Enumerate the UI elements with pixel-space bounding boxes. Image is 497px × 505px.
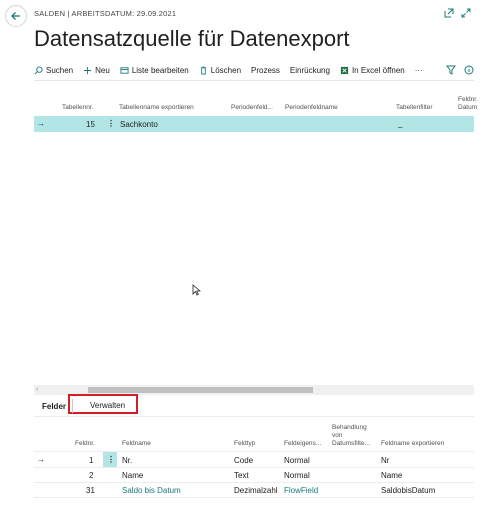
col-header-tabellenname[interactable]: Tabellenname exportieren [119,104,194,111]
cell-feldtyp: Text [234,471,249,480]
open-in-excel-button[interactable]: In Excel öffnen [340,66,405,75]
col-header-feldnr[interactable]: Feldnr. [458,96,478,103]
cell-feldnr: 2 [89,471,94,480]
tab-separator [72,399,73,413]
cell-feldeigens: Normal [284,456,310,465]
trash-icon [200,65,206,75]
cell-export[interactable]: Nr [381,456,389,465]
process-menu[interactable]: Prozess [251,66,280,75]
col-header-behandlung-1[interactable]: Behandlung [332,424,367,431]
edit-list-button[interactable]: Liste bearbeiten [120,66,189,75]
filter-icon[interactable] [446,65,456,75]
back-button[interactable] [5,5,27,27]
arrow-left-icon [11,12,20,20]
row-pointer-icon: → [37,455,45,464]
page-caption: SALDEN | ARBEITSDATUM: 29.09.2021 [34,9,177,18]
action-bar: Suchen Neu Liste bearbeiten Löschen Proz… [34,61,474,79]
search-button[interactable]: Suchen [34,66,73,75]
cell-tabellenname[interactable]: Sachkonto [120,120,158,129]
new-button[interactable]: Neu [83,66,110,75]
excel-icon [340,66,349,74]
subpage-divider [34,416,474,417]
col-header-feldname[interactable]: Feldname [122,440,151,447]
col-header-behandlung-3[interactable]: Datumsfilte... [332,440,370,447]
delete-button[interactable]: Löschen [199,66,241,75]
row-divider [34,482,474,483]
cell-feldnr: 1 [89,456,94,465]
tab-felder[interactable]: Felder [42,402,66,411]
search-icon [34,65,43,74]
cell-feldname[interactable]: Name [122,471,143,480]
row-menu-icon[interactable]: ⋮ [107,119,115,128]
cell-feldtyp: Dezimalzahl [234,486,278,495]
tab-verwalten[interactable]: Verwalten [90,401,125,410]
row-menu-icon[interactable]: ⋮ [107,455,115,464]
cell-feldnr: 31 [86,486,95,495]
col-header-feldnr-sub[interactable]: Feldnr. [75,440,95,447]
col-header-tabellennr[interactable]: Tabellennr. [62,104,93,111]
info-icon[interactable] [464,65,474,75]
scroll-left-icon[interactable]: ‹ [36,386,38,393]
indent-menu[interactable]: Einrückung [290,66,330,75]
col-header-datum[interactable]: Datum [458,104,477,111]
expand-icon[interactable] [461,8,471,18]
plus-icon [84,66,92,74]
header-divider [34,451,474,452]
cell-feldeigens-link[interactable]: FlowField [284,486,318,495]
col-header-periodenfeldname[interactable]: Periodenfeldname [285,104,338,111]
scrollbar-thumb[interactable] [88,387,313,393]
col-header-feldname-exportieren[interactable]: Feldname exportieren [381,440,444,447]
edit-list-icon [120,66,129,74]
more-actions-button[interactable]: ··· [415,66,423,75]
col-header-periodenfeld[interactable]: Periodenfeld... [231,104,273,111]
page-title: Datensatzquelle für Datenexport [34,26,350,51]
mouse-cursor-icon [192,284,201,296]
row-divider [34,467,474,468]
cell-export[interactable]: Name [381,471,402,480]
table-row[interactable] [34,116,474,132]
cell-feldtyp: Code [234,456,254,465]
col-header-feldeigens[interactable]: Feldeigens... [284,440,321,447]
col-header-behandlung-2[interactable]: von [332,432,342,439]
cell-feldname-link[interactable]: Saldo bis Datum [122,486,181,495]
open-new-window-icon[interactable] [444,8,454,18]
toolbar-divider [34,80,474,81]
col-header-tabellenfilter[interactable]: Tabellenfilter [396,104,433,111]
cell-export[interactable]: SaldobisDatum [381,486,435,495]
cell-tabellennr: 15 [86,120,95,129]
row-pointer-icon: → [37,119,45,128]
cell-feldname[interactable]: Nr. [122,456,132,465]
col-header-feldtyp[interactable]: Feldtyp [234,440,255,447]
cell-feldeigens: Normal [284,471,310,480]
row-divider [34,497,474,498]
cell-tabellenfilter[interactable]: _ [398,119,402,128]
